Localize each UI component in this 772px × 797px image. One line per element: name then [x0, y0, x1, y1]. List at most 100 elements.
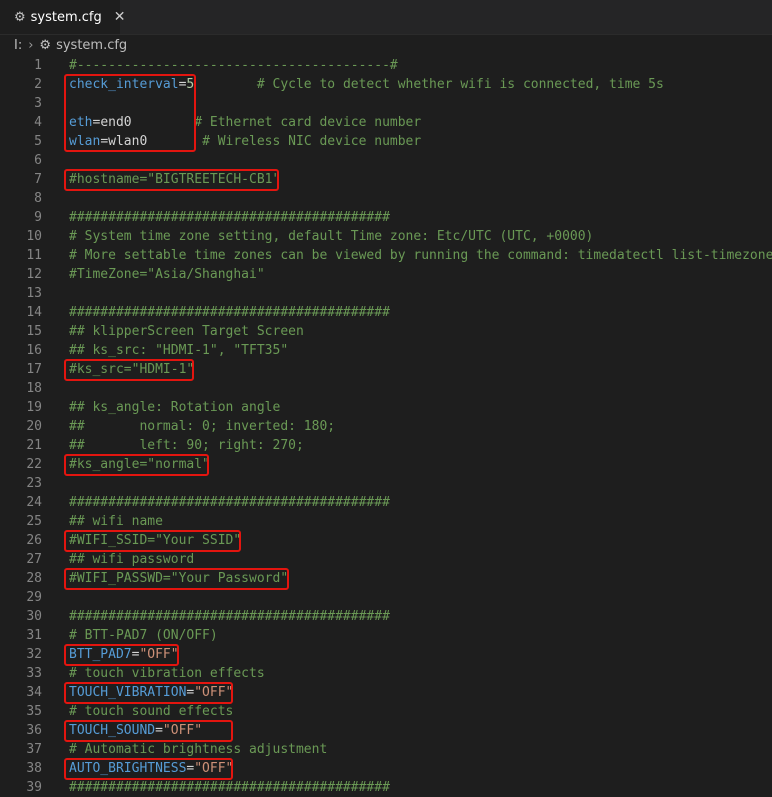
- code-line[interactable]: 15 ## klipperScreen Target Screen: [0, 322, 772, 341]
- code-line[interactable]: 12 #TimeZone="Asia/Shanghai": [0, 265, 772, 284]
- code-token: # Cycle to detect whether wifi is connec…: [194, 77, 664, 92]
- line-code: ## wifi password: [69, 550, 194, 569]
- code-line[interactable]: 6: [0, 151, 772, 170]
- code-line[interactable]: 33 # touch vibration effects: [0, 664, 772, 683]
- line-number: 16: [26, 343, 42, 358]
- line-code: # More settable time zones can be viewed…: [69, 246, 772, 265]
- code-line[interactable]: 16 ## ks_src: "HDMI-1", "TFT35": [0, 341, 772, 360]
- code-line[interactable]: 1 #--------------------------------------…: [0, 56, 772, 75]
- code-token: wlan0: [108, 134, 148, 149]
- code-line[interactable]: 7 #hostname="BIGTREETECH-CB1": [0, 170, 772, 189]
- line-number: 15: [26, 324, 42, 339]
- code-editor[interactable]: 1 #--------------------------------------…: [0, 56, 772, 796]
- code-line[interactable]: 25 ## wifi name: [0, 512, 772, 531]
- line-code: #---------------------------------------…: [69, 56, 398, 75]
- code-line[interactable]: 18: [0, 379, 772, 398]
- line-number: 32: [26, 647, 42, 662]
- line-number: 31: [26, 628, 42, 643]
- code-line[interactable]: 11 # More settable time zones can be view…: [0, 246, 772, 265]
- code-line[interactable]: 19 ## ks_angle: Rotation angle: [0, 398, 772, 417]
- line-code: ## klipperScreen Target Screen: [69, 322, 304, 341]
- code-token: =: [155, 723, 163, 738]
- line-code: ########################################…: [69, 607, 390, 626]
- line-number: 37: [26, 742, 42, 757]
- breadcrumb-file[interactable]: system.cfg: [56, 38, 127, 53]
- code-token: # Wireless NIC device number: [147, 134, 422, 149]
- code-line[interactable]: 38 AUTO_BRIGHTNESS="OFF": [0, 759, 772, 778]
- code-line[interactable]: 5 wlan=wlan0 # Wireless NIC device number: [0, 132, 772, 151]
- code-token: ## normal: 0; inverted: 180;: [69, 419, 336, 434]
- line-code: # Automatic brightness adjustment: [69, 740, 327, 759]
- code-line[interactable]: 9 #######################################…: [0, 208, 772, 227]
- code-line[interactable]: 27 ## wifi password: [0, 550, 772, 569]
- close-icon[interactable]: ✕: [114, 9, 126, 25]
- code-line[interactable]: 21 ## left: 90; right: 270;: [0, 436, 772, 455]
- code-line[interactable]: 31 # BTT-PAD7 (ON/OFF): [0, 626, 772, 645]
- line-number: 39: [26, 780, 42, 795]
- line-code: ## normal: 0; inverted: 180;: [69, 417, 335, 436]
- code-line[interactable]: 2 check_interval=5 # Cycle to detect whet…: [0, 75, 772, 94]
- code-line[interactable]: 3: [0, 94, 772, 113]
- line-number: 8: [34, 191, 42, 206]
- code-line[interactable]: 30 ######################################…: [0, 607, 772, 626]
- code-line[interactable]: 26 #WIFI_SSID="Your SSID": [0, 531, 772, 550]
- line-code: ########################################…: [69, 303, 390, 322]
- line-number: 21: [26, 438, 42, 453]
- line-code: ########################################…: [69, 778, 390, 797]
- code-token: ## left: 90; right: 270;: [69, 438, 304, 453]
- code-line[interactable]: 37 # Automatic brightness adjustment: [0, 740, 772, 759]
- gear-icon: ⚙: [14, 9, 26, 25]
- code-line[interactable]: 36 TOUCH_SOUND="OFF": [0, 721, 772, 740]
- code-token: TOUCH_SOUND: [69, 723, 156, 738]
- code-token: # More settable time zones can be viewed…: [69, 248, 772, 263]
- code-line[interactable]: 13: [0, 284, 772, 303]
- code-line[interactable]: 20 ## normal: 0; inverted: 180;: [0, 417, 772, 436]
- line-code: check_interval=5 # Cycle to detect wheth…: [69, 75, 664, 94]
- code-line[interactable]: 28 #WIFI_PASSWD="Your Password": [0, 569, 772, 588]
- line-code: ########################################…: [69, 208, 390, 227]
- line-code: ########################################…: [69, 493, 390, 512]
- code-line[interactable]: 14 ######################################…: [0, 303, 772, 322]
- breadcrumb-separator: ›: [28, 37, 34, 53]
- line-code: AUTO_BRIGHTNESS="OFF": [69, 759, 233, 778]
- code-line[interactable]: 8: [0, 189, 772, 208]
- code-token: # Ethernet card device number: [131, 115, 422, 130]
- code-token: wlan: [69, 134, 101, 149]
- code-token: BTT_PAD7: [69, 647, 132, 662]
- code-token: eth: [69, 115, 93, 130]
- line-code: ## ks_angle: Rotation angle: [69, 398, 280, 417]
- breadcrumb: I: › ⚙ system.cfg: [0, 35, 772, 55]
- code-line[interactable]: 17 #ks_src="HDMI-1": [0, 360, 772, 379]
- code-token: check_interval: [69, 77, 179, 92]
- code-line[interactable]: 22 #ks_angle="normal": [0, 455, 772, 474]
- code-token: ########################################…: [69, 609, 390, 624]
- code-token: "OFF": [162, 723, 203, 738]
- code-line[interactable]: 29: [0, 588, 772, 607]
- code-line[interactable]: 32 BTT_PAD7="OFF": [0, 645, 772, 664]
- code-line[interactable]: 39 ######################################…: [0, 778, 772, 797]
- line-number: 35: [26, 704, 42, 719]
- code-line[interactable]: 10 # System time zone setting, default Ti…: [0, 227, 772, 246]
- code-token: # BTT-PAD7 (ON/OFF): [69, 628, 218, 643]
- code-line[interactable]: 4 eth=end0 # Ethernet card device number: [0, 113, 772, 132]
- tab-system-cfg[interactable]: ⚙ system.cfg ✕: [0, 0, 126, 34]
- line-code: BTT_PAD7="OFF": [69, 645, 179, 664]
- line-number: 36: [26, 723, 42, 738]
- code-token: ## ks_angle: Rotation angle: [69, 400, 281, 415]
- code-token: "OFF": [139, 647, 179, 662]
- line-code: wlan=wlan0 # Wireless NIC device number: [69, 132, 421, 151]
- code-token: AUTO_BRIGHTNESS: [69, 761, 187, 776]
- line-number: 12: [26, 267, 42, 282]
- code-token: ########################################…: [69, 210, 390, 225]
- breadcrumb-root[interactable]: I:: [14, 38, 22, 53]
- code-line[interactable]: 34 TOUCH_VIBRATION="OFF": [0, 683, 772, 702]
- code-line[interactable]: 35 # touch sound effects: [0, 702, 772, 721]
- code-line[interactable]: 23: [0, 474, 772, 493]
- code-line[interactable]: 24 ######################################…: [0, 493, 772, 512]
- line-number: 23: [26, 476, 42, 491]
- line-code: TOUCH_VIBRATION="OFF": [69, 683, 233, 702]
- line-number: 11: [26, 248, 42, 263]
- code-token: #TimeZone="Asia/Shanghai": [69, 267, 265, 282]
- line-code: ## ks_src: "HDMI-1", "TFT35": [69, 341, 288, 360]
- code-token: ## wifi name: [69, 514, 163, 529]
